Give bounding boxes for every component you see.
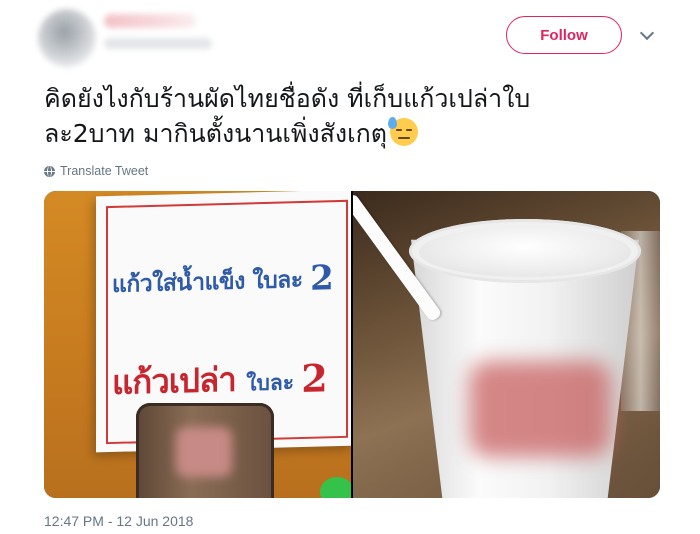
photo-price-sign[interactable]: แก้วใส่น้ำแข็ง ใบละ 2 แก้วเปล่า ใบละ 2	[44, 191, 351, 498]
tweet-timestamp[interactable]: 12:47 PM - 12 Jun 2018	[44, 513, 193, 529]
follow-button[interactable]: Follow	[506, 16, 622, 54]
downcast-face-with-sweat-icon	[388, 117, 419, 146]
blurred-cup-logo	[469, 361, 611, 457]
photo-paper-cup[interactable]	[353, 191, 660, 498]
tweet-text-content: คิดยังไงกับร้านผัดไทยชื่อดัง ที่เก็บแก้ว…	[44, 84, 531, 148]
translate-tweet-link[interactable]: Translate Tweet	[44, 163, 148, 179]
tweet-media: แก้วใส่น้ำแข็ง ใบละ 2 แก้วเปล่า ใบละ 2	[44, 191, 660, 498]
tweet-header: Follow	[0, 0, 700, 72]
translate-tweet-label: Translate Tweet	[60, 164, 149, 178]
sign-line-ice-cup: แก้วใส่น้ำแข็ง ใบละ 2	[112, 258, 334, 299]
blurred-logo	[176, 427, 232, 477]
display-name-blurred[interactable]	[104, 14, 196, 28]
sign-line-empty-cup: แก้วเปล่า ใบละ 2	[112, 355, 327, 402]
chevron-down-icon[interactable]	[639, 25, 655, 41]
avatar[interactable]	[38, 9, 96, 67]
globe-icon	[44, 165, 55, 177]
tweet-text: คิดยังไงกับร้านผัดไทยชื่อดัง ที่เก็บแก้ว…	[44, 81, 664, 151]
green-object	[320, 477, 351, 498]
cup-inside	[419, 227, 631, 277]
username-blurred	[104, 38, 212, 49]
